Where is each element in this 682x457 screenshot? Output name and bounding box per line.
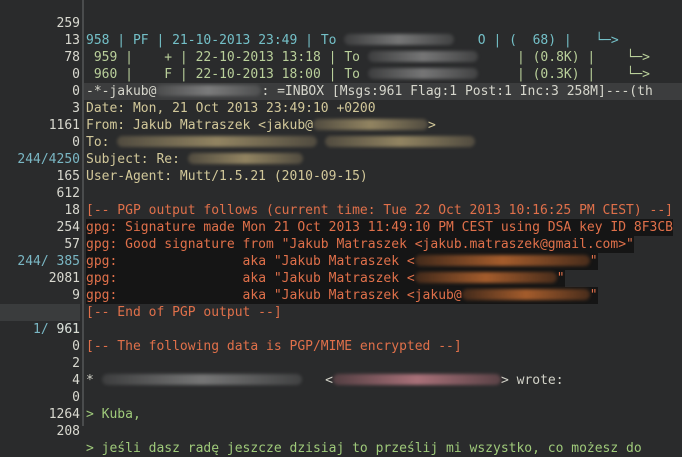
status-bar-row: 0 -*-jakub@: =INBOX [Msgs:961 Flag:1 Pos…: [0, 49, 682, 100]
quoted-text: > jeśli dasz radę jeszcze dzisiaj to prz…: [86, 441, 642, 456]
index-row-959[interactable]: 13 959 | + | 22-10-2013 13:18 | To | (0.…: [0, 15, 682, 65]
index-row-960[interactable]: 78 960 | F | 22-10-2013 18:00 | To | (0.…: [0, 32, 682, 82]
index-row-958[interactable]: 259 958 | PF | 21-10-2013 23:49 | To O |…: [0, 0, 682, 48]
